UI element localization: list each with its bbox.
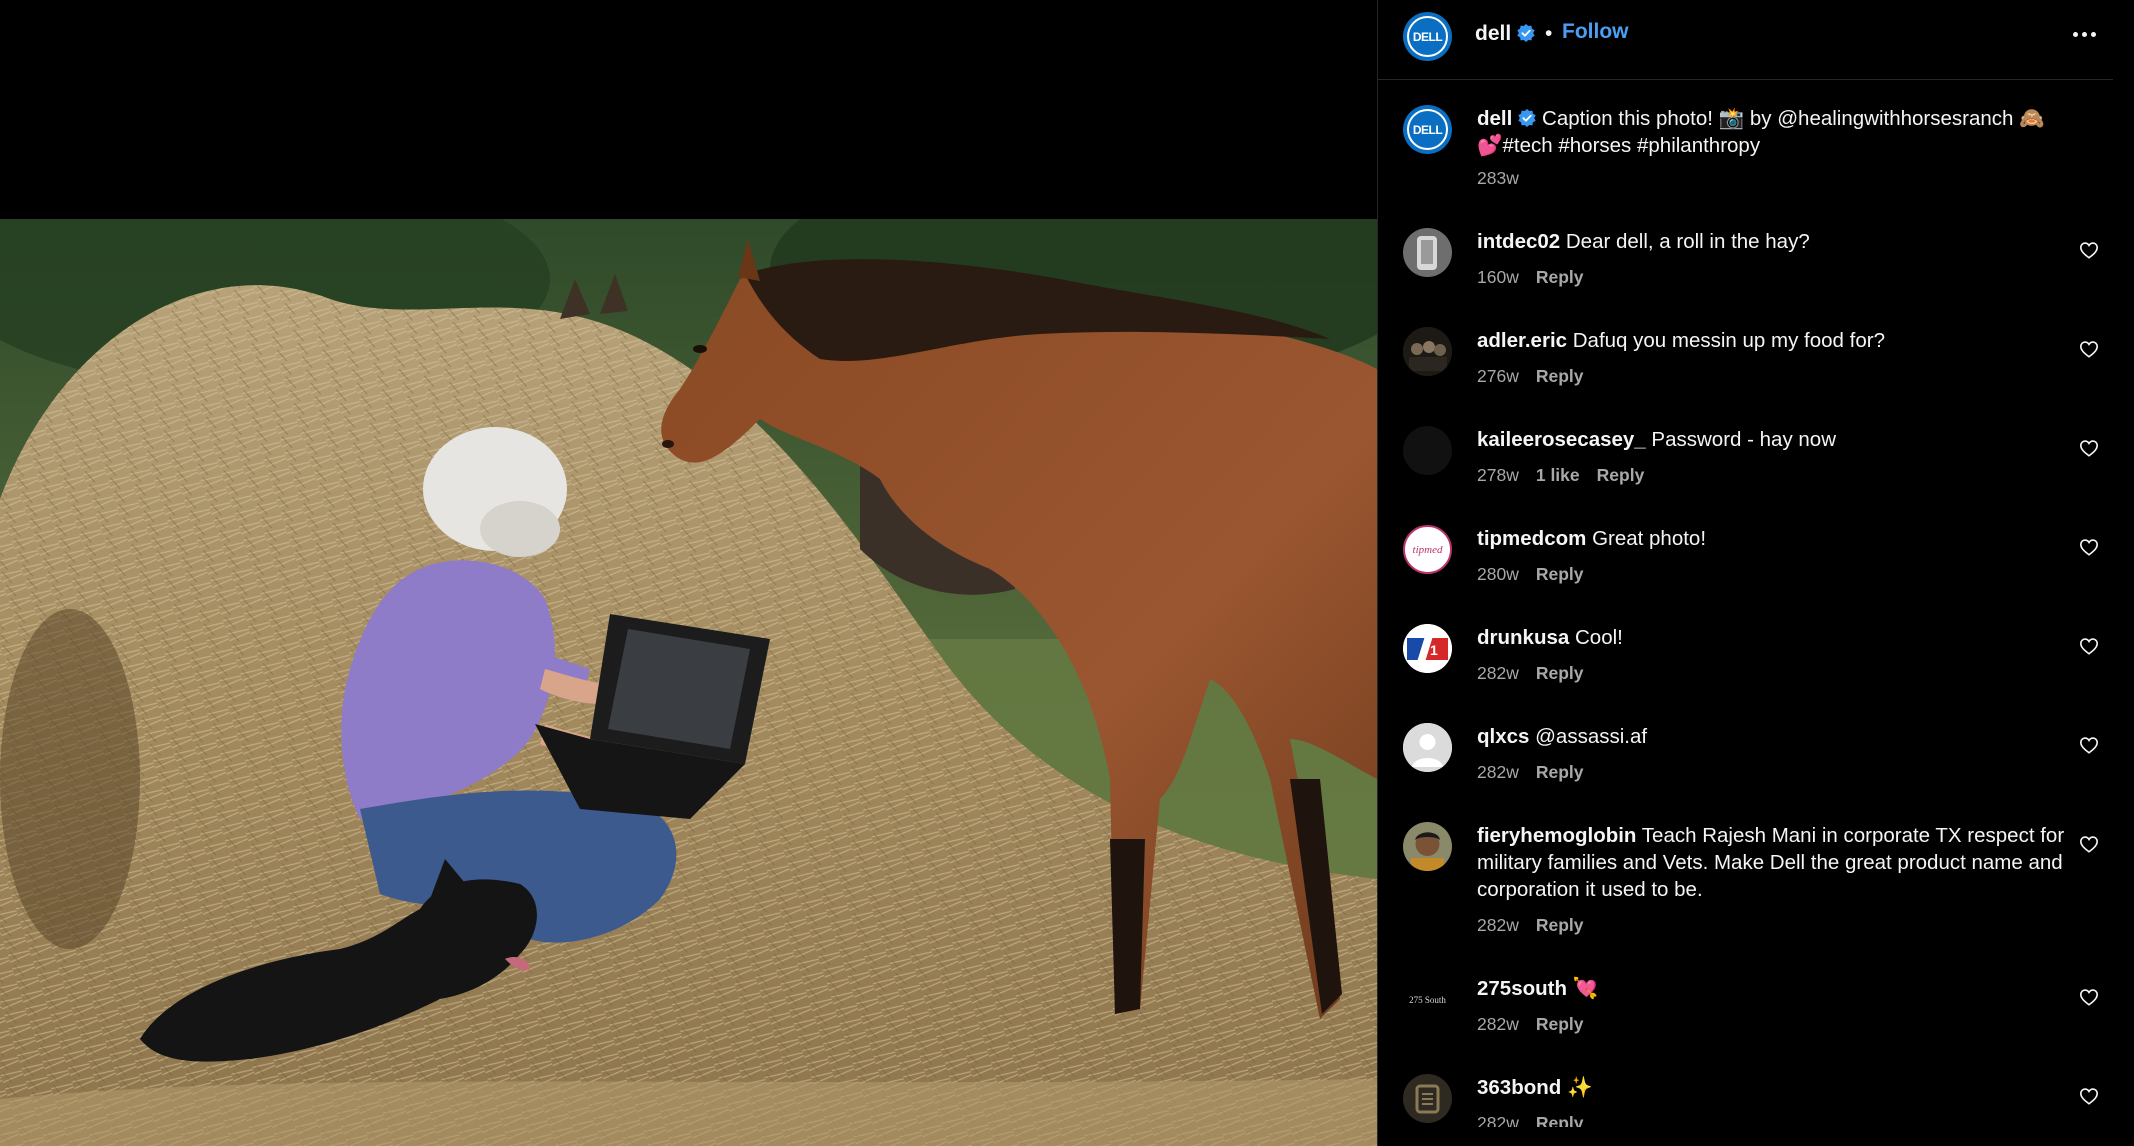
comment-timestamp[interactable]: 282w xyxy=(1477,762,1519,783)
comment-meta: 278w 1 like Reply xyxy=(1477,465,1644,486)
comment-meta: 280w Reply xyxy=(1477,564,1584,585)
drunkusa-logo-icon: 1 xyxy=(1403,624,1452,673)
comments-list[interactable]: DELL dell Caption this photo! 📸 by @heal… xyxy=(1378,81,2113,1127)
comment-avatar[interactable] xyxy=(1403,327,1452,376)
comment-likes-count[interactable]: 1 like xyxy=(1536,465,1580,486)
post-photo[interactable] xyxy=(0,219,1377,1146)
comment-text: Password - hay now xyxy=(1651,428,1837,451)
comment-username[interactable]: qlxcs xyxy=(1477,725,1529,748)
comment-avatar[interactable]: 275 South xyxy=(1403,975,1452,1024)
dell-logo-icon: DELL xyxy=(1407,16,1448,57)
reply-button[interactable]: Reply xyxy=(1536,366,1584,387)
comment-body: drunkusa Cool! xyxy=(1477,624,2067,651)
post-media xyxy=(0,0,1377,1146)
comment-body: adler.eric Dafuq you messin up my food f… xyxy=(1477,327,2067,354)
dell-logo-icon: DELL xyxy=(1407,109,1448,150)
comment-avatar[interactable] xyxy=(1403,723,1452,772)
like-heart-icon[interactable] xyxy=(2079,1087,2099,1105)
comment-meta: 160w Reply xyxy=(1477,267,1584,288)
comment-avatar[interactable]: 1 xyxy=(1403,624,1452,673)
bond-logo-icon xyxy=(1403,1074,1452,1123)
like-heart-icon[interactable] xyxy=(2079,538,2099,556)
like-heart-icon[interactable] xyxy=(2079,736,2099,754)
comment-timestamp[interactable]: 282w xyxy=(1477,663,1519,684)
reply-button[interactable]: Reply xyxy=(1536,1113,1584,1127)
reply-button[interactable]: Reply xyxy=(1597,465,1645,486)
more-options-icon[interactable] xyxy=(2066,22,2102,46)
comment-timestamp[interactable]: 282w xyxy=(1477,915,1519,936)
comment-body: 363bond ✨ xyxy=(1477,1074,2067,1101)
comment-body: 275south 💘 xyxy=(1477,975,2067,1002)
reply-button[interactable]: Reply xyxy=(1536,564,1584,585)
like-heart-icon[interactable] xyxy=(2079,835,2099,853)
reply-button[interactable]: Reply xyxy=(1536,267,1584,288)
svg-text:1: 1 xyxy=(1430,642,1438,658)
comment-text: Cool! xyxy=(1574,626,1623,649)
comment-text: Great photo! xyxy=(1592,527,1707,550)
like-heart-icon[interactable] xyxy=(2079,241,2099,259)
caption-timestamp[interactable]: 283w xyxy=(1477,168,1519,189)
comment-text: @assassi.af xyxy=(1535,725,1648,748)
caption-body: Caption this photo! 📸 by @healingwithhor… xyxy=(1477,107,2045,157)
comment-avatar[interactable] xyxy=(1403,1074,1452,1123)
comment-text: ✨ xyxy=(1567,1076,1593,1099)
comment-body: tipmedcom Great photo! xyxy=(1477,525,2067,552)
comment-timestamp[interactable]: 280w xyxy=(1477,564,1519,585)
verified-badge-icon xyxy=(1517,24,1535,42)
caption-meta: 283w xyxy=(1477,168,1519,189)
comment-timestamp[interactable]: 282w xyxy=(1477,1014,1519,1035)
comment-meta: 282w Reply xyxy=(1477,762,1584,783)
post-header: DELL dell • Follow xyxy=(1378,0,2113,80)
comment-username[interactable]: fieryhemoglobin xyxy=(1477,824,1636,847)
comment-avatar[interactable] xyxy=(1403,426,1452,475)
default-user-icon xyxy=(1403,723,1452,772)
comment-avatar[interactable] xyxy=(1403,822,1452,871)
comment-username[interactable]: tipmedcom xyxy=(1477,527,1586,550)
post-caption: dell Caption this photo! 📸 by @healingwi… xyxy=(1477,105,2067,159)
comment-username[interactable]: intdec02 xyxy=(1477,230,1560,253)
separator-dot: • xyxy=(1545,22,1553,45)
like-heart-icon[interactable] xyxy=(2079,340,2099,358)
comment-username[interactable]: adler.eric xyxy=(1477,329,1567,352)
reply-button[interactable]: Reply xyxy=(1536,762,1584,783)
comment-meta: 282w Reply xyxy=(1477,663,1584,684)
post-side-panel: DELL dell • Follow DELL dell Caption thi… xyxy=(1377,0,2134,1146)
comment-timestamp[interactable]: 160w xyxy=(1477,267,1519,288)
comment-body: fieryhemoglobin Teach Rajesh Mani in cor… xyxy=(1477,822,2067,903)
comment-body: intdec02 Dear dell, a roll in the hay? xyxy=(1477,228,2067,255)
comment-avatar[interactable] xyxy=(1403,228,1452,277)
275south-logo-text: 275 South xyxy=(1409,994,1446,1005)
follow-button[interactable]: Follow xyxy=(1562,20,1629,44)
comment-meta: 276w Reply xyxy=(1477,366,1584,387)
comment-timestamp[interactable]: 282w xyxy=(1477,1113,1519,1127)
reply-button[interactable]: Reply xyxy=(1536,915,1584,936)
author-username[interactable]: dell xyxy=(1475,22,1535,46)
comment-avatar[interactable]: tipmed xyxy=(1403,525,1452,574)
like-heart-icon[interactable] xyxy=(2079,637,2099,655)
tipmed-logo-text: tipmed xyxy=(1412,543,1443,556)
comment-meta: 282w Reply xyxy=(1477,1014,1584,1035)
comment-username[interactable]: 275south xyxy=(1477,977,1567,1000)
comment-text: Dafuq you messin up my food for? xyxy=(1572,329,1885,352)
comment-body: kaileerosecasey_ Password - hay now xyxy=(1477,426,2067,453)
comment-text: Dear dell, a roll in the hay? xyxy=(1565,230,1810,253)
reply-button[interactable]: Reply xyxy=(1536,663,1584,684)
comment-username[interactable]: kaileerosecasey_ xyxy=(1477,428,1646,451)
comment-meta: 282w Reply xyxy=(1477,1113,1584,1127)
reply-button[interactable]: Reply xyxy=(1536,1014,1584,1035)
author-avatar[interactable]: DELL xyxy=(1403,12,1452,61)
comment-meta: 282w Reply xyxy=(1477,915,1584,936)
verified-badge-icon xyxy=(1518,109,1536,127)
like-heart-icon[interactable] xyxy=(2079,988,2099,1006)
comment-timestamp[interactable]: 278w xyxy=(1477,465,1519,486)
comment-timestamp[interactable]: 276w xyxy=(1477,366,1519,387)
comment-username[interactable]: 363bond xyxy=(1477,1076,1561,1099)
caption-author-avatar[interactable]: DELL xyxy=(1403,105,1452,154)
like-heart-icon[interactable] xyxy=(2079,439,2099,457)
caption-username[interactable]: dell xyxy=(1477,107,1512,130)
comment-text: 💘 xyxy=(1572,977,1599,1000)
comment-username[interactable]: drunkusa xyxy=(1477,626,1569,649)
comment-body: qlxcs @assassi.af xyxy=(1477,723,2067,750)
